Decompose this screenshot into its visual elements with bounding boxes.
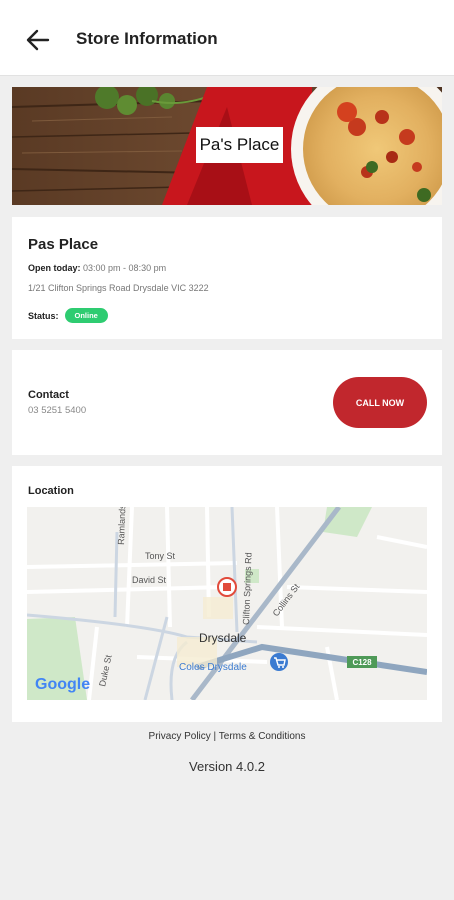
store-address: 1/21 Clifton Springs Road Drysdale VIC 3…	[28, 283, 209, 293]
footer-separator: |	[210, 731, 219, 742]
open-today-label: Open today:	[28, 263, 81, 273]
street-label: David St	[132, 575, 167, 585]
store-map[interactable]: C128 Tony St David St Ramlands Ln Clifto…	[27, 507, 427, 700]
opening-hours: Open today: 03:00 pm - 08:30 pm	[28, 263, 166, 273]
terms-link[interactable]: Terms & Conditions	[219, 731, 306, 742]
status-badge: Online	[64, 308, 108, 323]
opening-hours-value: 03:00 pm - 08:30 pm	[83, 263, 167, 273]
back-button[interactable]	[22, 24, 54, 56]
app-version: Version 4.0.2	[189, 759, 265, 774]
map-pin-icon	[217, 577, 237, 597]
contact-phone: 03 5251 5400	[28, 405, 87, 416]
store-info-card: Pas Place Open today: 03:00 pm - 08:30 p…	[12, 217, 442, 339]
poi-label: Coles Drysdale	[179, 662, 247, 673]
banner-store-label: Pa's Place	[196, 127, 283, 163]
contact-label: Contact	[28, 389, 69, 401]
status-label: Status:	[28, 310, 59, 321]
store-banner: Pa's Place	[12, 87, 442, 205]
street-label: Ramlands Ln	[116, 507, 128, 545]
town-label: Drysdale	[199, 631, 247, 645]
call-now-button[interactable]: CALL NOW	[333, 377, 427, 428]
store-name: Pas Place	[28, 236, 99, 253]
arrow-back-icon	[26, 29, 50, 51]
page-title: Store Information	[76, 29, 218, 48]
privacy-policy-link[interactable]: Privacy Policy	[149, 731, 211, 742]
location-label: Location	[28, 485, 74, 497]
google-logo: Google	[35, 676, 90, 693]
shopping-cart-icon	[270, 653, 288, 671]
app-bar: Store Information	[0, 0, 454, 76]
status-row: Status: Online	[28, 308, 108, 323]
footer-links: Privacy Policy | Terms & Conditions	[0, 731, 454, 742]
contact-card: Contact 03 5251 5400 CALL NOW	[12, 350, 442, 455]
street-label: Tony St	[145, 551, 176, 561]
location-card: Location C128 Tony St David St Ramlands …	[12, 466, 442, 722]
route-label: C128	[352, 658, 372, 667]
map-graphic: C128 Tony St David St Ramlands Ln Clifto…	[27, 507, 427, 700]
